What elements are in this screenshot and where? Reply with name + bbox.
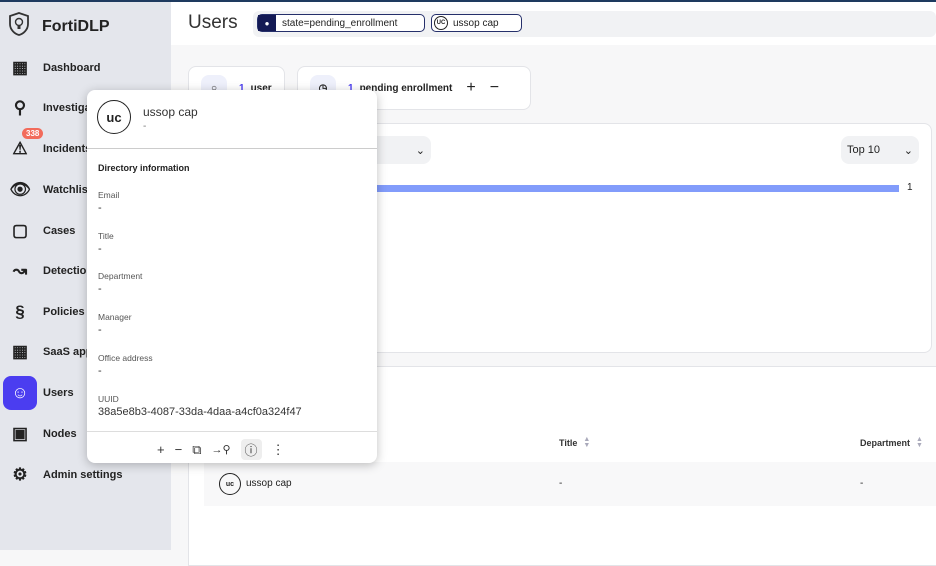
filter-chip-label: state=pending_enrollment <box>282 17 398 29</box>
sidebar-item-label: Policies <box>43 306 85 318</box>
dashboard-icon: ▦ <box>11 58 29 77</box>
page-title: Users <box>188 12 238 33</box>
laptop-icon: ▣ <box>11 424 29 443</box>
copy-icon[interactable]: ⧉ <box>192 442 201 458</box>
gear-icon: ⚙ <box>12 465 28 484</box>
sidebar-item-label: Investiga <box>43 102 91 114</box>
top-n-label: Top 10 <box>847 144 881 156</box>
field-value: - <box>98 324 102 337</box>
user-detail-popup: uc ussop cap - Directory information Ema… <box>87 90 377 463</box>
section-heading: Directory information <box>98 163 190 173</box>
popup-user-name: ussop cap <box>143 105 198 119</box>
field-label: Department <box>98 271 143 282</box>
sidebar-item-admin-settings[interactable]: ⚙ Admin settings <box>3 458 168 492</box>
user-filter-icon: ● <box>258 15 276 31</box>
field-value: - <box>98 242 102 255</box>
field-value: 38a5e8b3-4087-33da-4daa-a4cf0a324f47 <box>98 405 302 418</box>
field-label: UUID <box>98 393 119 404</box>
sort-icon: ▲ ▼ <box>583 436 591 449</box>
warning-icon: ⚠ 338 <box>3 128 44 166</box>
chevron-down-icon: ⌄ <box>415 144 425 157</box>
sidebar-item-dashboard[interactable]: ▦ Dashboard <box>3 51 168 85</box>
sidebar-item-label: Admin settings <box>43 469 123 481</box>
sidebar-item-label: Dashboard <box>43 62 101 74</box>
search-icon: ⚲ <box>13 98 27 117</box>
filter-chip-label: ussop cap <box>453 17 499 29</box>
eye-icon: 👁 <box>9 180 31 199</box>
bar-value-label: 1 <box>907 182 913 193</box>
avatar: uc <box>97 100 131 134</box>
investigate-icon[interactable]: →⚲ <box>211 443 230 456</box>
divider <box>87 431 377 432</box>
more-icon[interactable]: ⋮ <box>272 442 285 458</box>
header: Users ● state=pending_enrollment UC usso… <box>171 2 936 45</box>
filter-chip-user[interactable]: UC ussop cap <box>431 14 522 32</box>
brand-name: FortiDLP <box>42 17 110 35</box>
filter-bar[interactable]: ● state=pending_enrollment UC ussop cap <box>253 11 936 37</box>
table-row[interactable]: uc ussop cap - - <box>204 462 936 506</box>
popup-subtitle: - <box>143 121 147 132</box>
sidebar-item-label: Watchlist <box>43 184 92 196</box>
policy-icon: § <box>15 302 25 321</box>
briefcase-icon: ▢ <box>11 221 29 240</box>
trend-icon: ↝ <box>12 261 28 280</box>
minus-icon[interactable]: − <box>175 442 183 457</box>
avatar: uc <box>219 473 241 495</box>
add-filter-icon[interactable]: + <box>466 79 475 97</box>
field-value: - <box>98 364 102 377</box>
field-label: Title <box>98 230 114 241</box>
sidebar-item-label: Users <box>43 387 74 399</box>
field-value: - <box>98 202 102 214</box>
incident-count-badge: 338 <box>22 128 44 139</box>
user-icon: ☺ <box>3 376 37 410</box>
column-header-department[interactable]: Department ▲ ▼ <box>860 436 923 449</box>
sidebar-item-label: Cases <box>43 225 76 237</box>
user-avatar-icon: UC <box>434 16 448 30</box>
title-cell: - <box>559 478 563 489</box>
field-value: - <box>98 283 102 296</box>
field-label: Office address <box>98 352 153 363</box>
remove-filter-icon[interactable]: − <box>490 79 499 97</box>
department-cell: - <box>860 478 864 489</box>
chevron-down-icon: ⌄ <box>903 144 913 157</box>
add-icon[interactable]: + <box>157 442 165 457</box>
sort-icon: ▲ ▼ <box>916 436 923 449</box>
sidebar-item-label: SaaS app <box>43 346 93 358</box>
brand: FortiDLP <box>8 12 110 41</box>
sidebar-item-label: Detection <box>43 265 94 277</box>
column-header-title[interactable]: Title ▲ ▼ <box>559 436 591 449</box>
column-label: Department <box>860 438 911 448</box>
column-label: Title <box>559 438 578 448</box>
fortidlp-logo-icon <box>8 12 30 41</box>
chart-bar[interactable] <box>339 185 899 192</box>
apps-icon: ▦ <box>11 342 29 361</box>
top-n-select[interactable]: Top 10 ⌄ <box>841 136 919 164</box>
user-name-link[interactable]: ussop cap <box>246 478 292 489</box>
field-label: Email <box>98 190 120 200</box>
divider <box>87 148 377 149</box>
sidebar-item-label: Nodes <box>43 428 77 440</box>
info-icon[interactable]: ⓘ <box>240 439 262 460</box>
field-label: Manager <box>98 312 132 323</box>
filter-chip-state[interactable]: ● state=pending_enrollment <box>257 14 425 32</box>
sidebar-item-label: Incidents <box>43 143 92 155</box>
